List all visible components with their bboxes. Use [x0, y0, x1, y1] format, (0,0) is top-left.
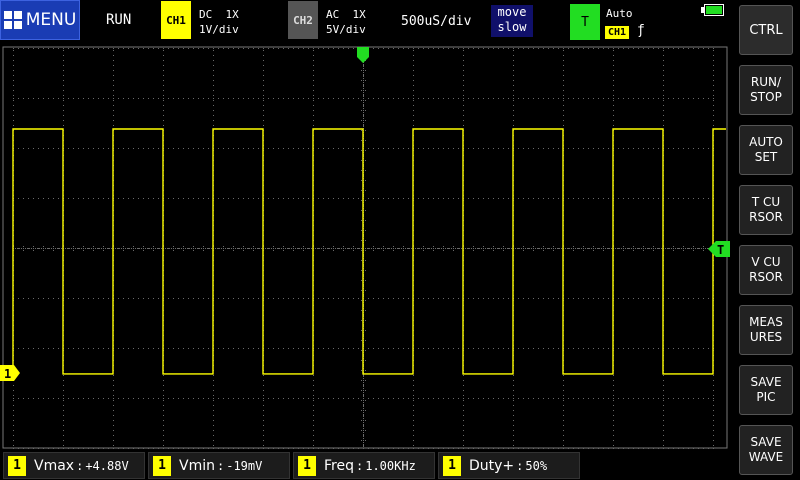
ch1-scale: 1V/div: [199, 23, 239, 36]
measurement-value: +4.88V: [85, 458, 129, 473]
move-mode-line2: slow: [497, 20, 527, 34]
measurement-value: 1.00KHz: [365, 458, 416, 473]
measurement-value: -19mV: [226, 458, 263, 473]
measurement-channel-badge: 1: [8, 455, 26, 476]
measurement-channel-badge: 1: [443, 455, 461, 476]
auto-set-button[interactable]: AUTO SET: [739, 125, 793, 175]
save-wave-button[interactable]: SAVE WAVE: [739, 425, 793, 475]
trigger-marker-label: T: [717, 243, 724, 257]
measurement-vmin[interactable]: 1 Vmin : -19mV: [148, 452, 290, 479]
ch1-marker-label: 1: [4, 367, 11, 381]
measurement-duty[interactable]: 1 Duty+ : 50%: [438, 452, 580, 479]
measurement-name: Duty+: [469, 457, 515, 474]
trigger-badge[interactable]: T: [570, 4, 600, 40]
voltage-cursor-button[interactable]: V CU RSOR: [739, 245, 793, 295]
rising-edge-icon: ƒ: [637, 23, 645, 38]
ch2-coupling: AC 1X: [326, 8, 366, 21]
trigger-mode[interactable]: Auto: [606, 7, 633, 20]
menu-button[interactable]: MENU: [0, 0, 80, 40]
measurement-name: Freq: [324, 457, 354, 474]
screen-border: [2, 46, 728, 449]
measures-button[interactable]: MEAS URES: [739, 305, 793, 355]
ctrl-button[interactable]: CTRL: [739, 5, 793, 55]
menu-label: MENU: [25, 10, 77, 30]
battery-icon: [701, 4, 724, 16]
save-pic-button[interactable]: SAVE PIC: [739, 365, 793, 415]
ch2-scale: 5V/div: [326, 23, 366, 36]
run-stop-button[interactable]: RUN/ STOP: [739, 65, 793, 115]
measurement-freq[interactable]: 1 Freq : 1.00KHz: [293, 452, 435, 479]
move-mode-button[interactable]: move slow: [491, 5, 533, 37]
measurement-vmax[interactable]: 1 Vmax : +4.88V: [3, 452, 145, 479]
scope-screen[interactable]: 1 T: [0, 45, 730, 450]
measurement-channel-badge: 1: [153, 455, 171, 476]
ch2-settings[interactable]: AC 1X 5V/div: [326, 7, 366, 37]
trigger-source[interactable]: CH1: [605, 26, 630, 39]
measurement-channel-badge: 1: [298, 455, 316, 476]
move-mode-line1: move: [497, 5, 527, 19]
battery-fill: [706, 6, 722, 14]
measurement-name: Vmin: [179, 457, 215, 474]
measurement-name: Vmax: [34, 457, 75, 474]
ch1-settings[interactable]: DC 1X 1V/div: [199, 7, 239, 37]
time-cursor-button[interactable]: T CU RSOR: [739, 185, 793, 235]
ch1-coupling: DC 1X: [199, 8, 239, 21]
measurement-value: 50%: [525, 458, 548, 473]
ch1-badge[interactable]: CH1: [161, 1, 191, 39]
menu-grid-icon: [3, 11, 22, 29]
timebase-display[interactable]: 500uS/div: [401, 14, 471, 29]
run-state-indicator[interactable]: RUN: [106, 12, 131, 28]
ch2-badge[interactable]: CH2: [288, 1, 318, 39]
